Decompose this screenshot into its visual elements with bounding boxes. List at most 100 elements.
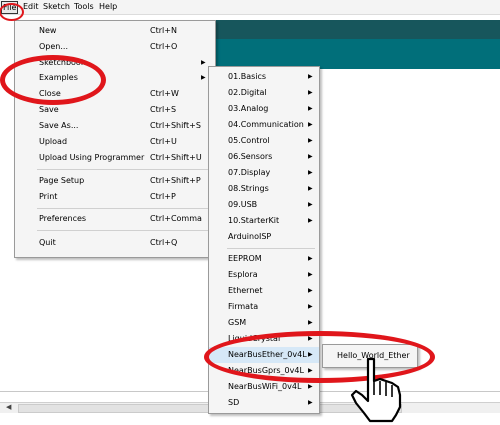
menu-item-label: EEPROM: [228, 254, 262, 263]
submenu-arrow-icon: ▶: [308, 185, 313, 192]
editor-toolbar: [216, 20, 500, 39]
examples-item-03-analog[interactable]: 03.Analog ▶: [209, 101, 319, 117]
menu-item-quit[interactable]: Quit Ctrl+Q: [15, 235, 215, 251]
menu-item-label: 04.Communication: [228, 120, 304, 129]
menu-item-label: Preferences: [39, 214, 87, 223]
menu-item-shortcut: Ctrl+U: [150, 137, 177, 146]
menu-sketch[interactable]: Sketch: [42, 1, 71, 12]
menu-item-label: 02.Digital: [228, 88, 267, 97]
menu-item-label: 09.USB: [228, 200, 258, 209]
menu-item-label: Upload Using Programmer: [39, 153, 145, 162]
submenu-arrow-icon: ▶: [308, 383, 313, 390]
menu-item-examples[interactable]: Examples ▶: [15, 70, 215, 86]
menu-item-shortcut: Ctrl+Comma: [150, 214, 202, 223]
menu-item-label: Save: [39, 105, 59, 114]
submenu-arrow-icon: ▶: [308, 73, 313, 80]
menu-item-label: 05.Control: [228, 136, 270, 145]
examples-item-nearbuswifi[interactable]: NearBusWiFi_0v4L ▶: [209, 379, 319, 395]
menu-item-page-setup[interactable]: Page Setup Ctrl+Shift+P: [15, 173, 215, 189]
examples-item-02-digital[interactable]: 02.Digital ▶: [209, 85, 319, 101]
menu-separator: [37, 208, 211, 209]
menu-item-label: Examples: [39, 73, 78, 82]
menu-item-upload[interactable]: Upload Ctrl+U: [15, 134, 215, 150]
submenu-arrow-icon: ▶: [308, 271, 313, 278]
menu-item-save[interactable]: Save Ctrl+S: [15, 102, 215, 118]
menu-item-close[interactable]: Close Ctrl+W: [15, 86, 215, 102]
examples-item-06-sensors[interactable]: 06.Sensors ▶: [209, 149, 319, 165]
submenu-arrow-icon: ▶: [308, 121, 313, 128]
examples-item-05-control[interactable]: 05.Control ▶: [209, 133, 319, 149]
examples-item-nearbusgprs[interactable]: NearBusGprs_0v4L ▶: [209, 363, 319, 379]
menu-item-label: 10.StarterKit: [228, 216, 280, 225]
examples-item-esplora[interactable]: Esplora ▶: [209, 267, 319, 283]
menu-item-label: LiquidCrystal: [228, 334, 281, 343]
menu-item-shortcut: Ctrl+O: [150, 42, 178, 51]
examples-item-08-strings[interactable]: 08.Strings ▶: [209, 181, 319, 197]
menu-item-print[interactable]: Print Ctrl+P: [15, 189, 215, 205]
menu-item-label: SD: [228, 398, 240, 407]
menu-item-label: Esplora: [228, 270, 258, 279]
menu-file[interactable]: File: [1, 1, 19, 14]
menu-item-upload-using-programmer[interactable]: Upload Using Programmer Ctrl+Shift+U: [15, 150, 215, 166]
menu-item-label: 06.Sensors: [228, 152, 273, 161]
menu-item-save-as[interactable]: Save As... Ctrl+Shift+S: [15, 118, 215, 134]
examples-item-10-starterkit[interactable]: 10.StarterKit ▶: [209, 213, 319, 229]
submenu-arrow-icon: ▶: [308, 319, 313, 326]
menu-item-label: Save As...: [39, 121, 79, 130]
menu-item-label: Open...: [39, 42, 68, 51]
menu-item-label: 08.Strings: [228, 184, 269, 193]
examples-item-07-display[interactable]: 07.Display ▶: [209, 165, 319, 181]
submenu-arrow-icon: ▶: [201, 59, 206, 66]
examples-item-04-communication[interactable]: 04.Communication ▶: [209, 117, 319, 133]
menu-item-shortcut: Ctrl+P: [150, 192, 176, 201]
examples-item-ethernet[interactable]: Ethernet ▶: [209, 283, 319, 299]
submenu-arrow-icon: ▶: [308, 367, 313, 374]
menu-item-label: GSM: [228, 318, 247, 327]
examples-item-sd[interactable]: SD ▶: [209, 395, 319, 411]
menu-item-shortcut: Ctrl+Shift+S: [150, 121, 201, 130]
menu-item-label: Close: [39, 89, 61, 98]
examples-submenu: 01.Basics ▶ 02.Digital ▶ 03.Analog ▶ 04.…: [208, 66, 320, 414]
menu-item-preferences[interactable]: Preferences Ctrl+Comma: [15, 211, 215, 227]
file-menu: New Ctrl+N Open... Ctrl+O Sketchbook ▶ E…: [14, 20, 216, 258]
menu-item-shortcut: Ctrl+Q: [150, 238, 178, 247]
menu-item-label: Ethernet: [228, 286, 263, 295]
examples-item-nearbusether[interactable]: NearBusEther_0v4L ▶: [209, 347, 319, 363]
menu-separator: [37, 230, 211, 231]
menu-item-label: NearBusGprs_0v4L: [228, 366, 304, 375]
menu-item-open[interactable]: Open... Ctrl+O: [15, 39, 215, 55]
menu-item-sketchbook[interactable]: Sketchbook ▶: [15, 55, 215, 71]
examples-item-firmata[interactable]: Firmata ▶: [209, 299, 319, 315]
menu-item-label: NearBusWiFi_0v4L: [228, 382, 302, 391]
examples-item-01-basics[interactable]: 01.Basics ▶: [209, 69, 319, 85]
menu-item-label: ArduinoISP: [228, 232, 272, 241]
submenu-arrow-icon: ▶: [201, 74, 206, 81]
submenu-arrow-icon: ▶: [308, 399, 313, 406]
examples-item-gsm[interactable]: GSM ▶: [209, 315, 319, 331]
editor-tabs-bar: [216, 39, 500, 69]
scroll-left-arrow-icon[interactable]: ◀: [6, 403, 11, 411]
menu-item-label: Print: [39, 192, 58, 201]
examples-item-eeprom[interactable]: EEPROM ▶: [209, 251, 319, 267]
submenu-arrow-icon: ▶: [308, 287, 313, 294]
submenu-arrow-icon: ▶: [308, 153, 313, 160]
submenu-arrow-icon: ▶: [308, 89, 313, 96]
menu-item-new[interactable]: New Ctrl+N: [15, 23, 215, 39]
menu-help[interactable]: Help: [98, 1, 118, 12]
menu-edit[interactable]: Edit: [22, 1, 40, 12]
menu-item-label: 03.Analog: [228, 104, 269, 113]
examples-item-09-usb[interactable]: 09.USB ▶: [209, 197, 319, 213]
hand-pointer-icon: [350, 357, 402, 423]
menu-separator: [37, 169, 211, 170]
submenu-arrow-icon: ▶: [308, 351, 313, 358]
submenu-arrow-icon: ▶: [308, 105, 313, 112]
menu-tools[interactable]: Tools: [73, 1, 95, 12]
examples-item-arduinoisp[interactable]: ArduinoISP: [209, 229, 319, 245]
examples-item-liquidcrystal[interactable]: LiquidCrystal ▶: [209, 331, 319, 347]
menu-item-label: NearBusEther_0v4L: [228, 350, 307, 359]
menu-item-shortcut: Ctrl+S: [150, 105, 177, 114]
submenu-arrow-icon: ▶: [308, 201, 313, 208]
menu-item-shortcut: Ctrl+N: [150, 26, 177, 35]
menu-item-shortcut: Ctrl+W: [150, 89, 179, 98]
submenu-arrow-icon: ▶: [308, 217, 313, 224]
